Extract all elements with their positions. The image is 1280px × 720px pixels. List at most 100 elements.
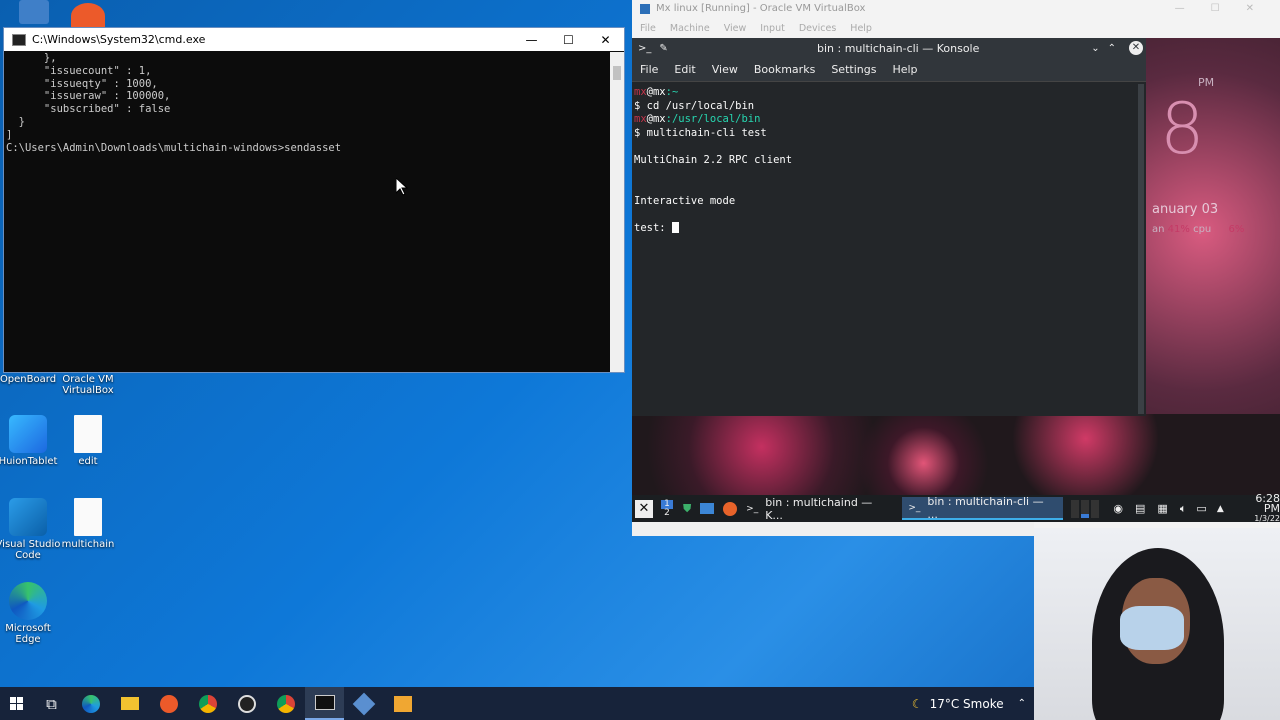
tray-arrow-icon[interactable]: ▲ [1217,504,1224,514]
openboard-app-icon-top[interactable] [71,3,105,29]
close-button[interactable]: ✕ [587,33,624,47]
start-button[interactable] [0,687,32,720]
taskbar-edge[interactable] [71,687,110,720]
desktop-icon-edge[interactable]: Microsoft Edge [0,582,63,645]
desktop-top-icons [15,0,115,29]
vbox-menu-view[interactable]: View [724,23,747,34]
cpu-monitor-icon [1071,499,1100,518]
chrome-icon [276,694,295,713]
weather-widget[interactable]: ☾ 17°C Smoke ⌃ [912,697,1026,711]
edge-icon [81,694,100,713]
cmd-console-output[interactable]: }, "issuecount" : 1, "issueqty" : 1000, … [4,52,612,372]
konsole-scrollbar[interactable] [1138,84,1144,414]
vbox-menu-input[interactable]: Input [760,23,785,34]
vbox-menubar: File Machine View Input Devices Help [632,17,1280,39]
guest-desktop[interactable]: PM 8 anuary 03 an 41% cpu 6% >_ ✎ bin : … [632,38,1280,522]
partial-desktop-icon[interactable] [19,0,49,24]
taskbar-virtualbox[interactable] [344,687,383,720]
terminal-prompt: mx@mx:/usr/local/bin [634,113,761,126]
terminal-output: Interactive mode [634,194,736,207]
vbox-window-controls[interactable]: —☐✕ [1175,3,1280,14]
desktop-icon-label: OpenBoard [0,374,57,385]
virtualbox-window[interactable]: Mx linux [Running] - Oracle VM VirtualBo… [632,0,1280,536]
vbox-menu-devices[interactable]: Devices [799,23,836,34]
firefox-icon[interactable] [723,501,738,516]
volume-icon[interactable]: 🔈︎ [1180,502,1187,516]
folder-icon[interactable] [700,503,715,514]
workspace-pager[interactable]: 1 2 [660,499,673,518]
cmd-window[interactable]: C:\Windows\System32\cmd.exe — ☐ ✕ }, "is… [3,27,625,373]
konsole-titlebar[interactable]: >_ ✎ bin : multichain-cli — Konsole ⌄⌃ ✕ [632,38,1146,58]
text-file-icon [74,415,102,453]
pin-icon[interactable]: ✎ [659,43,667,54]
windows-taskbar: ⧉ ☾ 17°C Smoke ⌃ [0,687,1034,720]
weather-text: 17°C Smoke [929,696,1004,711]
konsole-window[interactable]: >_ ✎ bin : multichain-cli — Konsole ⌄⌃ ✕… [632,38,1146,416]
task-view-icon: ⧉ [46,694,57,713]
mx-menu-icon[interactable]: ✕ [635,499,653,518]
guest-clock[interactable]: 6:28 PM 1/3/22 [1236,493,1280,523]
cmd-icon [314,695,335,710]
terminal-input-line[interactable]: test: [634,222,1134,236]
conky-cpu-label: cpu [1193,224,1212,235]
taskbar-chrome-2[interactable] [266,687,305,720]
terminal-command: $ multichain-cli test [634,126,767,139]
taskbar-file-explorer[interactable] [110,687,149,720]
shortcut-file-icon [74,498,102,536]
konsole-terminal[interactable]: mx@mx:~ $ cd /usr/local/bin mx@mx:/usr/loc… [634,86,1134,412]
conky-cpu-row: an 41% cpu 6% [1152,224,1244,235]
cmd-scrollbar[interactable] [610,52,624,372]
webcam-overlay [1034,528,1280,720]
taskbar-app[interactable] [383,687,422,720]
vbox-menu-help[interactable]: Help [850,23,872,34]
mouse-cursor-icon [396,178,408,196]
taskbar-chrome[interactable] [188,687,227,720]
konsole-menu-settings[interactable]: Settings [823,63,884,76]
guest-task-multichain-cli[interactable]: >_ bin : multichain-cli — ... [902,494,1064,521]
task-label: bin : multichain-cli — ... [927,494,1044,521]
desktop-icon-label: Oracle VM VirtualBox [62,374,114,396]
tray-chevron-up-icon[interactable]: ⌃ [1018,698,1026,709]
vbox-menu-file[interactable]: File [640,23,656,34]
conky-big-digit: 8 [1160,88,1205,170]
console-prompt-line: C:\Users\Admin\Downloads\multichain-wind… [6,141,342,154]
desktop-icon-multichain[interactable]: multichain [53,498,123,550]
terminal-command: $ cd /usr/local/bin [634,99,755,112]
console-line: "issueraw" : 100000, [6,90,171,103]
conky-cpu-prefix: an [1152,224,1165,235]
vbox-menu-machine[interactable]: Machine [670,23,710,34]
konsole-menubar: File Edit View Bookmarks Settings Help [632,58,1146,82]
konsole-menu-view[interactable]: View [704,63,746,76]
weather-icon: ☾ [911,696,923,711]
console-line: "subscribed" : false [6,103,171,116]
scrollbar-thumb[interactable] [613,66,621,80]
konsole-menu-help[interactable]: Help [884,63,925,76]
konsole-menu-file[interactable]: File [632,63,666,76]
vbox-titlebar[interactable]: Mx linux [Running] - Oracle VM VirtualBo… [632,0,1280,17]
guest-task-multichaind[interactable]: >_ bin : multichaind — K... [740,496,899,522]
task-view-button[interactable]: ⧉ [32,687,71,720]
chrome-icon [198,694,217,713]
virtualbox-icon [352,692,375,715]
konsole-menu-edit[interactable]: Edit [666,63,703,76]
desktop-icon-virtualbox[interactable]: Oracle VM VirtualBox [53,374,123,396]
record-icon[interactable]: ◉ [1113,502,1123,515]
shield-icon[interactable]: ⛊ [683,502,691,516]
konsole-menu-bookmarks[interactable]: Bookmarks [746,63,823,76]
terminal-output: MultiChain 2.2 RPC client [634,153,793,166]
konsole-app-icon: >_ [638,42,652,54]
taskbar-obs[interactable] [227,687,266,720]
clipboard-icon[interactable]: ▦ [1157,502,1167,515]
minimize-button[interactable]: — [513,33,550,47]
cmd-titlebar[interactable]: C:\Windows\System32\cmd.exe — ☐ ✕ [4,28,624,51]
screen-icon[interactable]: ▤ [1135,502,1145,515]
network-icon[interactable]: ▭ [1196,502,1206,515]
desktop-icon-edit[interactable]: edit [53,415,123,467]
konsole-window-controls[interactable]: ⌄⌃ [1091,43,1124,54]
obs-icon [237,694,256,713]
maximize-button[interactable]: ☐ [550,33,587,47]
konsole-close-icon[interactable]: ✕ [1129,41,1143,55]
taskbar-openboard[interactable] [149,687,188,720]
conky-cpu-value: 41% [1167,224,1190,235]
taskbar-cmd[interactable] [305,687,344,720]
